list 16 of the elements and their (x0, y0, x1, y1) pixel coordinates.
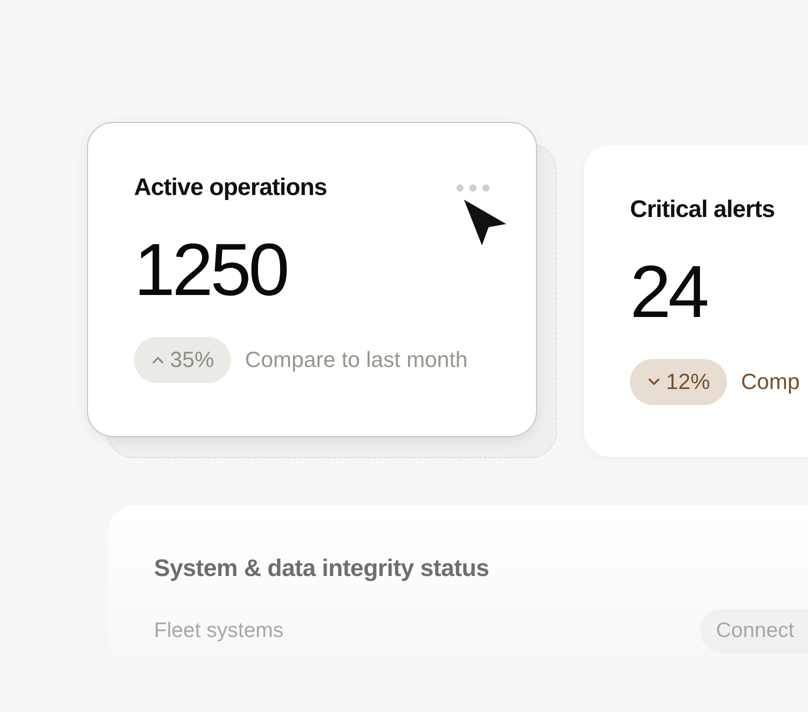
more-icon[interactable] (456, 184, 490, 192)
system-label: Fleet systems (154, 619, 284, 643)
metric-value: 1250 (134, 227, 288, 313)
chevron-down-icon (648, 378, 660, 386)
trend-badge: 35% (134, 337, 232, 383)
trend-badge: 12% (630, 359, 728, 405)
card-title: Active operations (134, 174, 327, 202)
panel-title: System & data integrity status (154, 555, 490, 583)
metric-value: 24 (630, 249, 708, 335)
chevron-up-icon (152, 356, 164, 364)
status-badge: Connect (700, 609, 808, 653)
comparison-text: Comp (741, 369, 800, 395)
card-title: Critical alerts (630, 196, 775, 224)
metric-card[interactable]: Active operations 1250 35% Compare to last month (87, 122, 537, 437)
comparison-text: Compare to last month (245, 347, 468, 373)
metric-card[interactable]: Critical alerts 24 12% Comp (584, 145, 808, 457)
